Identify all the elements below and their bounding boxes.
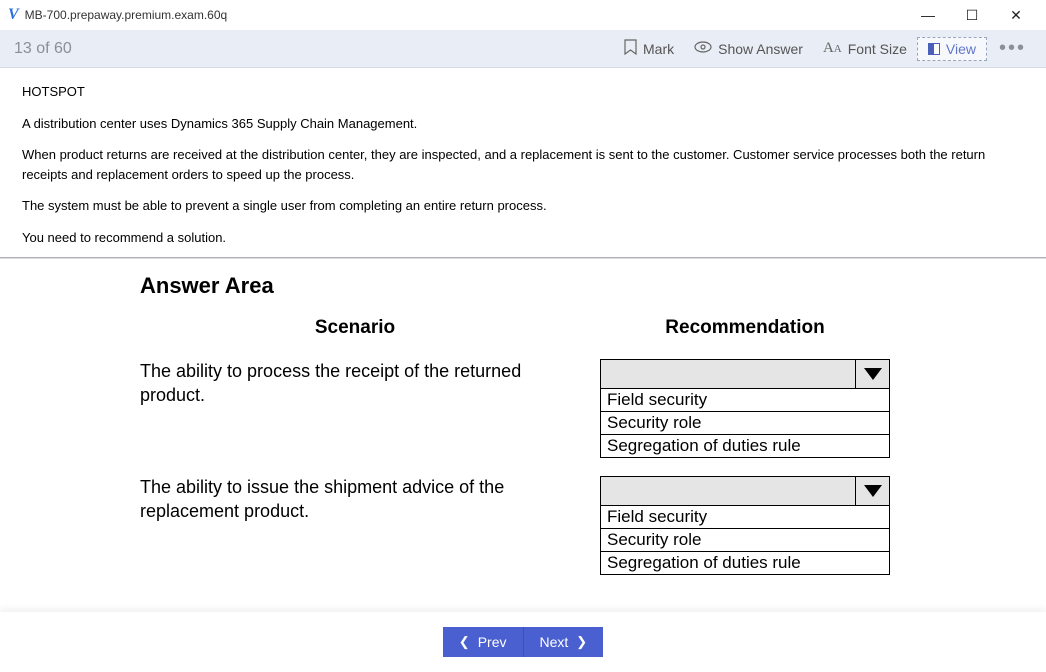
next-button[interactable]: Next ❯ xyxy=(524,627,604,657)
view-label: View xyxy=(946,41,976,57)
question-p3: The system must be able to prevent a sin… xyxy=(22,196,1024,216)
chevron-right-icon: ❯ xyxy=(576,634,587,650)
close-button[interactable]: ✕ xyxy=(994,1,1038,29)
toolbar: 13 of 60 Mark Show Answer AA Font Size V… xyxy=(0,30,1046,68)
view-button[interactable]: View xyxy=(917,37,987,61)
recommendation-heading: Recommendation xyxy=(600,317,890,339)
dropdown-option[interactable]: Security role xyxy=(601,529,889,552)
prev-label: Prev xyxy=(478,634,507,650)
font-size-icon: AA xyxy=(823,40,842,57)
font-size-button[interactable]: AA Font Size xyxy=(813,36,917,61)
next-label: Next xyxy=(540,634,569,650)
minimize-button[interactable]: — xyxy=(906,1,950,29)
window-controls: — ☐ ✕ xyxy=(906,1,1038,29)
maximize-button[interactable]: ☐ xyxy=(950,1,994,29)
show-answer-button[interactable]: Show Answer xyxy=(684,36,813,61)
answer-content[interactable]: Answer Area Scenario The ability to proc… xyxy=(0,258,1046,613)
chevron-down-icon xyxy=(855,360,889,388)
mark-label: Mark xyxy=(643,41,674,57)
dropdown-toggle[interactable] xyxy=(600,359,890,389)
chevron-left-icon: ❮ xyxy=(459,634,470,650)
font-size-label: Font Size xyxy=(848,41,907,57)
app-icon: V xyxy=(8,6,19,24)
question-type: HOTSPOT xyxy=(22,82,1024,102)
dropdown-option[interactable]: Field security xyxy=(601,389,889,412)
dropdown-toggle[interactable] xyxy=(600,476,890,506)
show-answer-label: Show Answer xyxy=(718,41,803,57)
window-title: MB-700.prepaway.premium.exam.60q xyxy=(25,8,228,22)
view-icon xyxy=(928,43,940,55)
question-p4: You need to recommend a solution. xyxy=(22,228,1024,248)
answer-area-title: Answer Area xyxy=(140,273,906,299)
progress-indicator: 13 of 60 xyxy=(14,40,72,58)
recommendation-dropdown[interactable]: Field security Security role Segregation… xyxy=(600,476,890,575)
more-button[interactable]: ••• xyxy=(987,37,1032,60)
dropdown-options: Field security Security role Segregation… xyxy=(600,506,890,575)
scenario-heading: Scenario xyxy=(140,317,570,339)
recommendation-dropdown[interactable]: Field security Security role Segregation… xyxy=(600,359,890,458)
dropdown-options: Field security Security role Segregation… xyxy=(600,389,890,458)
question-pane: HOTSPOT A distribution center uses Dynam… xyxy=(0,68,1046,258)
eye-icon xyxy=(694,40,712,57)
scenario-text: The ability to issue the shipment advice… xyxy=(140,475,570,524)
title-bar: V MB-700.prepaway.premium.exam.60q — ☐ ✕ xyxy=(0,0,1046,30)
bookmark-icon xyxy=(624,39,637,59)
question-p2: When product returns are received at the… xyxy=(22,145,1024,184)
mark-button[interactable]: Mark xyxy=(614,35,684,63)
dropdown-option[interactable]: Segregation of duties rule xyxy=(601,552,889,574)
footer-nav: ❮ Prev Next ❯ xyxy=(0,612,1046,672)
dropdown-option[interactable]: Segregation of duties rule xyxy=(601,435,889,457)
dropdown-option[interactable]: Security role xyxy=(601,412,889,435)
dropdown-option[interactable]: Field security xyxy=(601,506,889,529)
question-p1: A distribution center uses Dynamics 365 … xyxy=(22,114,1024,134)
scenario-text: The ability to process the receipt of th… xyxy=(140,359,570,461)
prev-button[interactable]: ❮ Prev xyxy=(443,627,524,657)
chevron-down-icon xyxy=(855,477,889,505)
